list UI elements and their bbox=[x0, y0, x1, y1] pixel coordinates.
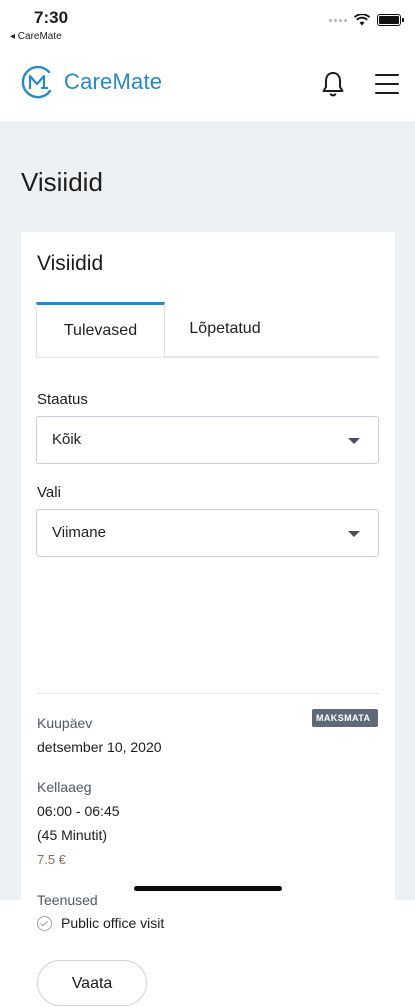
caremate-logo-icon bbox=[21, 65, 52, 99]
service-name: Public office visit bbox=[61, 915, 165, 931]
wifi-icon bbox=[354, 14, 370, 26]
page-title: Visiidid bbox=[21, 167, 103, 197]
battery-icon bbox=[377, 14, 404, 26]
time-label: Kellaaeg bbox=[37, 779, 92, 795]
duration-value: (45 Minutit) bbox=[37, 827, 108, 843]
signal-icon bbox=[329, 18, 347, 22]
tab-upcoming[interactable]: Tulevased bbox=[36, 302, 165, 357]
caret-down-icon bbox=[348, 531, 360, 537]
time-value: 06:00 - 06:45 bbox=[37, 803, 120, 819]
date-label: Kuupäev bbox=[37, 715, 93, 731]
app-header: CareMate bbox=[0, 48, 415, 123]
sort-filter-label: Vali bbox=[37, 484, 61, 501]
status-filter-select[interactable]: Kõik bbox=[36, 416, 379, 464]
status-time: 7:30 bbox=[34, 8, 69, 27]
home-indicator bbox=[134, 886, 282, 891]
divider bbox=[36, 693, 379, 694]
visit-tabs: Tulevased Lõpetatud bbox=[36, 302, 379, 358]
card-title: Visiidid bbox=[37, 252, 104, 275]
check-circle-icon bbox=[37, 915, 52, 931]
sort-filter-select[interactable]: Viimane bbox=[36, 509, 379, 557]
visits-card: Visiidid Tulevased Lõpetatud Staatus Kõi… bbox=[21, 232, 395, 1006]
app-name: CareMate bbox=[64, 69, 163, 94]
notification-bell-icon[interactable] bbox=[320, 70, 346, 98]
price-value: 7.5 € bbox=[37, 852, 66, 867]
tab-completed[interactable]: Lõpetatud bbox=[172, 302, 278, 356]
status-icons bbox=[329, 14, 404, 26]
service-item: Public office visit bbox=[37, 915, 164, 931]
unpaid-status-badge: MAKSMATA bbox=[312, 709, 378, 727]
back-to-app-link[interactable]: ◂ CareMate bbox=[10, 31, 62, 42]
status-filter-value: Kõik bbox=[52, 431, 82, 448]
caret-down-icon bbox=[348, 438, 360, 444]
view-visit-button[interactable]: Vaata bbox=[37, 960, 147, 1006]
services-label: Teenused bbox=[37, 892, 98, 908]
caremate-logo[interactable]: CareMate bbox=[19, 64, 162, 100]
status-bar: 7:30 ◂ CareMate bbox=[0, 0, 415, 48]
sort-filter-value: Viimane bbox=[52, 524, 106, 541]
hamburger-menu-icon[interactable] bbox=[375, 74, 399, 94]
main-content: Visiidid Visiidid Tulevased Lõpetatud St… bbox=[0, 123, 415, 1006]
date-value: detsember 10, 2020 bbox=[37, 739, 162, 755]
status-filter-label: Staatus bbox=[37, 391, 88, 408]
